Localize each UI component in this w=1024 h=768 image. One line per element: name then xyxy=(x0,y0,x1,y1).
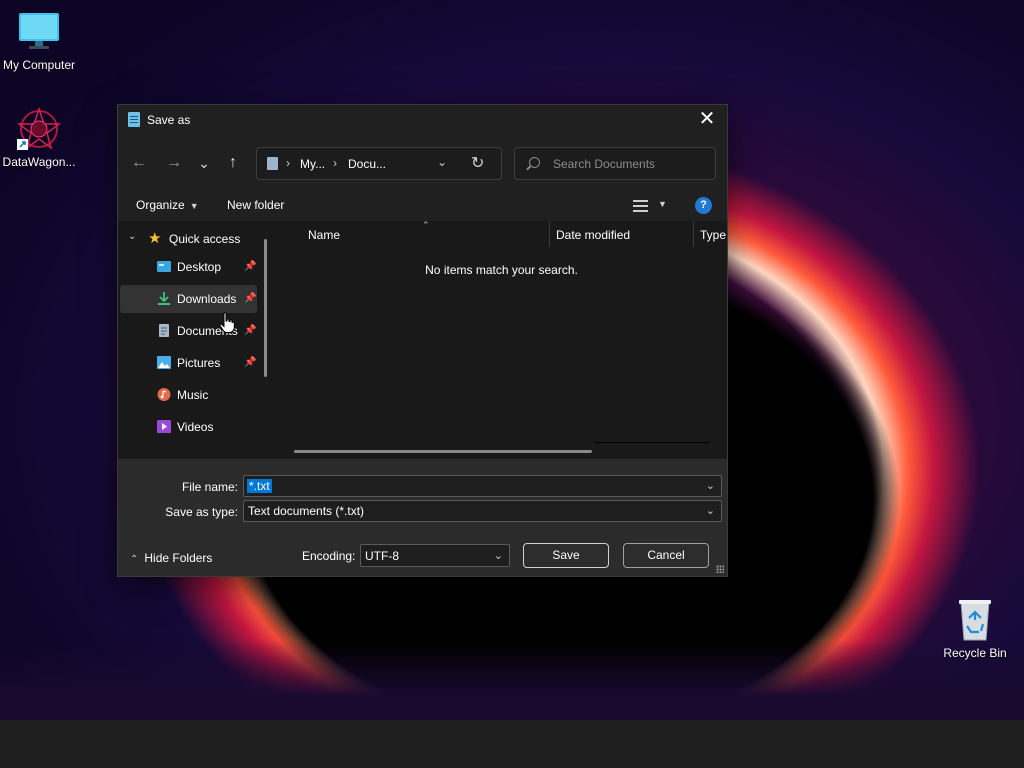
scrollbar-track xyxy=(594,442,710,443)
desktop-icon-recycle-bin[interactable]: Recycle Bin xyxy=(933,598,1017,660)
wallpaper-shade xyxy=(0,640,1024,720)
nav-item-label: Videos xyxy=(177,420,214,434)
nav-item-desktop[interactable]: Desktop 📌 xyxy=(120,253,257,281)
column-divider[interactable] xyxy=(549,221,550,247)
chevron-up-icon: ⌃ xyxy=(130,554,139,565)
caret-down-icon: ▼ xyxy=(189,201,199,211)
breadcrumb-documents[interactable]: Docu... xyxy=(348,157,386,171)
nav-item-label: Desktop xyxy=(177,260,222,274)
breadcrumb-separator: › xyxy=(286,156,290,170)
view-options-icon[interactable] xyxy=(633,200,648,212)
pin-icon[interactable]: 📌 xyxy=(244,261,256,272)
taskbar[interactable] xyxy=(0,720,1024,768)
chevron-down-icon[interactable]: ⌄ xyxy=(494,549,503,562)
up-arrow-icon[interactable]: ↑ xyxy=(221,151,245,175)
dialog-titlebar[interactable]: Save as ✕ xyxy=(118,105,727,135)
document-icon xyxy=(267,157,278,170)
videos-icon xyxy=(157,420,171,433)
back-arrow-icon[interactable]: ← xyxy=(127,151,151,175)
quick-access-node[interactable]: ⌄ ★ Quick access xyxy=(118,225,268,253)
encoding-value: UTF-8 xyxy=(365,549,399,563)
desktop-icon-my-computer[interactable]: My Computer xyxy=(0,10,81,72)
chevron-down-icon[interactable]: ⌄ xyxy=(706,504,715,517)
documents-icon xyxy=(159,324,169,337)
desktop-icon-datawagon[interactable]: DataWagon... xyxy=(0,106,81,169)
quick-access-label: Quick access xyxy=(169,232,241,246)
command-toolbar: Organize ▼ New folder ▼ ? xyxy=(118,191,727,221)
organize-label: Organize xyxy=(136,198,185,212)
nav-item-label: Pictures xyxy=(177,356,221,370)
desktop-icon-label: DataWagon... xyxy=(2,155,76,169)
nav-item-pictures[interactable]: Pictures 📌 xyxy=(120,349,257,377)
sort-ascending-icon: ⌃ xyxy=(422,220,430,230)
notepad-icon xyxy=(128,112,140,127)
navigation-pane: ⌄ ★ Quick access Desktop 📌 Downloads 📌 D… xyxy=(118,221,276,459)
column-header-name[interactable]: Name xyxy=(308,228,340,242)
desktop-folder-icon xyxy=(157,261,171,272)
resize-grip-icon[interactable] xyxy=(716,565,724,573)
pin-icon[interactable]: 📌 xyxy=(244,293,256,304)
navpane-scrollbar[interactable] xyxy=(264,239,267,377)
file-name-field[interactable]: *.txt ⌄ xyxy=(243,475,722,497)
encoding-select[interactable]: UTF-8 ⌄ xyxy=(360,544,510,567)
nav-item-videos[interactable]: Videos xyxy=(120,413,257,441)
file-name-value[interactable]: *.txt xyxy=(247,479,272,493)
help-icon[interactable]: ? xyxy=(695,197,712,214)
cancel-button[interactable]: Cancel xyxy=(623,543,709,568)
search-input[interactable] xyxy=(553,156,709,172)
chevron-down-icon[interactable]: ⌄ xyxy=(437,155,447,169)
star-icon: ★ xyxy=(148,230,162,247)
chevron-down-icon[interactable]: ⌄ xyxy=(706,479,715,492)
pictures-icon xyxy=(157,356,171,369)
desktop-icon-label: My Computer xyxy=(2,58,76,72)
caret-down-icon[interactable]: ▼ xyxy=(658,199,667,209)
column-divider[interactable] xyxy=(693,221,694,247)
nav-item-downloads[interactable]: Downloads 📌 xyxy=(120,285,257,313)
save-button[interactable]: Save xyxy=(523,543,609,568)
hide-folders-button[interactable]: ⌃ Hide Folders xyxy=(130,551,212,565)
new-folder-button[interactable]: New folder xyxy=(227,198,284,212)
monitor-icon xyxy=(17,10,61,54)
recycle-bin-icon xyxy=(953,598,997,642)
nav-item-label: Music xyxy=(177,388,209,402)
refresh-icon[interactable]: ↻ xyxy=(471,153,484,173)
app-shortcut-icon xyxy=(16,106,62,151)
column-header-type[interactable]: Type xyxy=(700,228,726,242)
encoding-label: Encoding: xyxy=(302,549,356,563)
save-options-panel: File name: *.txt ⌄ Save as type: Text do… xyxy=(118,459,727,576)
address-bar[interactable]: › My... › Docu... ⌄ ↻ xyxy=(256,147,502,180)
chevron-down-icon[interactable]: ⌄ xyxy=(128,231,136,242)
empty-list-message: No items match your search. xyxy=(425,263,578,277)
file-list: ⌃ Name Date modified Type No items match… xyxy=(276,220,727,459)
desktop-icon-label: Recycle Bin xyxy=(943,646,1007,660)
organize-button[interactable]: Organize ▼ xyxy=(136,198,199,212)
recent-locations-icon[interactable]: ⌄ xyxy=(192,151,216,175)
nav-item-documents[interactable]: Documents 📌 xyxy=(120,317,257,345)
navigation-bar: ← → ⌄ ↑ › My... › Docu... ⌄ ↻ xyxy=(118,135,727,191)
file-name-label: File name: xyxy=(181,480,238,494)
forward-arrow-icon[interactable]: → xyxy=(162,151,186,175)
close-button[interactable]: ✕ xyxy=(687,105,727,135)
music-icon xyxy=(157,388,171,401)
pin-icon[interactable]: 📌 xyxy=(244,357,256,368)
horizontal-scrollbar[interactable] xyxy=(294,450,592,453)
dialog-title: Save as xyxy=(147,113,191,127)
nav-item-label: Downloads xyxy=(177,292,237,306)
column-header-date-modified[interactable]: Date modified xyxy=(556,228,630,242)
save-type-select[interactable]: Text documents (*.txt) ⌄ xyxy=(243,500,722,522)
breadcrumb-separator: › xyxy=(333,156,337,170)
downloads-icon xyxy=(158,292,170,305)
nav-item-music[interactable]: Music xyxy=(120,381,257,409)
hide-folders-label: Hide Folders xyxy=(144,551,213,565)
search-icon xyxy=(529,157,540,168)
save-as-dialog: Save as ✕ ← → ⌄ ↑ › My... › Docu... ⌄ ↻ … xyxy=(117,104,728,577)
breadcrumb-my-computer[interactable]: My... xyxy=(300,157,325,171)
save-type-value: Text documents (*.txt) xyxy=(248,504,365,518)
save-type-label: Save as type: xyxy=(165,505,238,519)
hand-cursor-icon xyxy=(219,312,235,333)
pin-icon[interactable]: 📌 xyxy=(244,325,256,336)
search-box[interactable] xyxy=(514,147,716,180)
